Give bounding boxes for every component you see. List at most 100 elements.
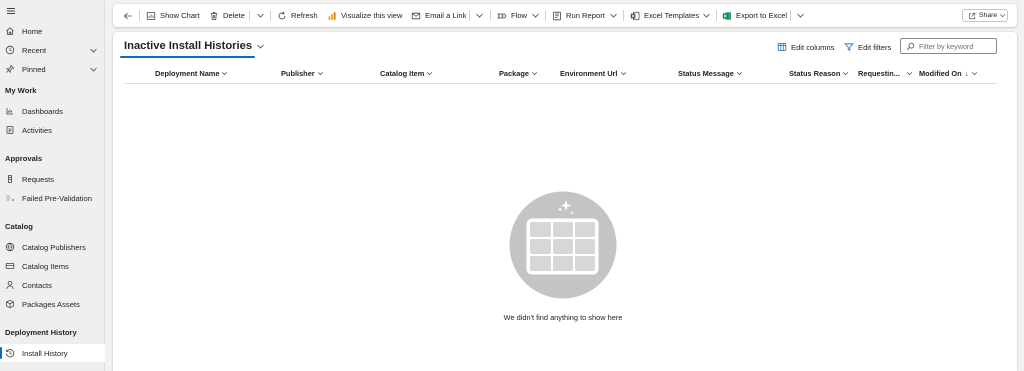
chevron-down-icon[interactable]	[609, 11, 618, 20]
pin-icon	[5, 64, 15, 74]
show-chart-button[interactable]: Show Chart	[146, 4, 200, 27]
view-panel: Inactive Install Histories Edit columns …	[113, 32, 1017, 371]
chevron-down-icon	[531, 72, 538, 76]
person-icon	[6, 280, 14, 290]
excel-templates-label: Excel Templates	[644, 11, 700, 20]
chevron-down-icon[interactable]	[702, 11, 711, 20]
export-excel-button[interactable]: Export to Excel	[722, 4, 787, 27]
delete-button[interactable]: Delete	[209, 4, 245, 27]
back-button[interactable]	[123, 4, 137, 27]
sidebar-item-install-history[interactable]: Install History	[0, 344, 105, 362]
divider	[716, 10, 717, 21]
run-report-label: Run Report	[566, 11, 605, 20]
divider	[249, 10, 250, 21]
trash-icon	[210, 11, 218, 20]
grid-header: Deployment Name Publisher Catalog Item P…	[125, 66, 997, 84]
sidebar-item-activities[interactable]: Activities	[0, 121, 105, 139]
column-header-label: Status Message	[678, 69, 734, 78]
column-header-label: Deployment Name	[155, 69, 220, 78]
sidebar-item-packages-assets[interactable]: Packages Assets	[0, 295, 105, 313]
sort-descending-indicator: ↓	[964, 69, 969, 78]
section-header-approvals: Approvals	[5, 154, 43, 163]
report-icon	[553, 11, 561, 20]
column-header-label: Environment Url	[560, 69, 618, 78]
chevron-down-icon	[620, 72, 626, 76]
view-selector[interactable]: Inactive Install Histories	[124, 40, 265, 52]
visualize-icon	[328, 11, 336, 20]
chevron-down-icon[interactable]	[796, 11, 805, 20]
delete-label: Delete	[223, 11, 245, 20]
divider	[545, 10, 546, 21]
column-header-catalog-item[interactable]: Catalog Item	[380, 69, 433, 78]
column-header-label: Status Reason	[789, 69, 841, 78]
sidebar-item-failed-prevalidation[interactable]: Failed Pre-Validation	[0, 189, 105, 207]
chevron-down-icon	[222, 72, 228, 76]
sidebar-item-recent[interactable]: Recent	[0, 41, 105, 59]
refresh-icon	[278, 11, 286, 19]
sidebar-item-contacts[interactable]: Contacts	[0, 276, 105, 294]
divider	[139, 10, 140, 21]
section-header-catalog: Catalog	[5, 222, 33, 231]
sidebar-item-dashboards[interactable]: Dashboards	[0, 102, 105, 120]
sidebar-item-label: Catalog Publishers	[22, 242, 86, 252]
flow-button[interactable]: Flow	[497, 4, 527, 27]
share-button[interactable]: Share	[962, 9, 1008, 22]
hamburger-menu-icon[interactable]	[6, 6, 16, 16]
run-report-button[interactable]: Run Report	[552, 4, 605, 27]
sidebar-item-home[interactable]: Home	[0, 22, 105, 40]
sidebar-item-label: Activities	[22, 125, 52, 135]
chevron-down-icon[interactable]	[89, 46, 98, 55]
excel-templates-button[interactable]: Excel Templates	[630, 4, 699, 27]
column-header-label: Publisher	[281, 69, 315, 78]
sidebar-item-catalog-publishers[interactable]: Catalog Publishers	[0, 238, 105, 256]
filter-search-box[interactable]	[900, 38, 997, 54]
chevron-down-icon[interactable]	[475, 11, 484, 20]
edit-columns-button[interactable]: Edit columns	[777, 42, 834, 52]
column-header-deployment-name[interactable]: Deployment Name	[155, 69, 228, 78]
clock-icon	[5, 45, 15, 55]
sidebar-item-label: Requests	[22, 174, 55, 184]
export-excel-label: Export to Excel	[736, 11, 788, 20]
column-header-status-reason[interactable]: Status Reason	[789, 69, 849, 78]
email-link-icon	[411, 12, 421, 19]
chevron-down-icon[interactable]	[89, 65, 98, 74]
sidebar-item-pinned[interactable]: Pinned	[0, 60, 105, 78]
divider	[623, 10, 624, 21]
globe-icon	[5, 242, 15, 252]
sidebar-item-catalog-items[interactable]: Catalog Items	[0, 257, 105, 275]
divider	[469, 10, 470, 21]
refresh-button[interactable]: Refresh	[277, 4, 318, 27]
refresh-label: Refresh	[291, 11, 318, 20]
page-title: Inactive Install Histories	[124, 40, 253, 52]
divider	[790, 10, 791, 21]
home-icon	[6, 27, 14, 35]
chevron-down-icon[interactable]	[256, 11, 265, 20]
flow-label: Flow	[511, 11, 528, 20]
column-header-modified-on[interactable]: Modified On ↓	[919, 69, 978, 78]
chevron-down-icon	[1000, 14, 1006, 18]
chevron-down-icon[interactable]	[531, 11, 540, 20]
sidebar-item-label: Home	[22, 26, 43, 36]
share-label: Share	[979, 12, 998, 19]
sidebar-item-requests[interactable]: Requests	[0, 170, 105, 188]
column-header-package[interactable]: Package	[499, 69, 538, 78]
show-chart-label: Show Chart	[160, 11, 200, 20]
column-header-label: Package	[499, 69, 529, 78]
visualize-view-button[interactable]: Visualize this view	[327, 4, 402, 27]
sidebar-item-label: Dashboards	[22, 106, 63, 116]
chevron-down-icon	[317, 72, 323, 76]
edit-filters-button[interactable]: Edit filters	[844, 42, 891, 52]
chevron-down-icon	[906, 72, 912, 76]
column-header-publisher[interactable]: Publisher	[281, 69, 324, 78]
empty-state-message: We didn't find anything to show here	[503, 313, 623, 322]
column-header-requesting[interactable]: Requestin...	[858, 69, 913, 78]
email-link-button[interactable]: Email a Link	[411, 4, 466, 27]
sidebar-item-label: Install History	[22, 348, 68, 358]
sidebar-item-label: Recent	[22, 45, 47, 55]
search-input[interactable]	[919, 41, 995, 51]
sidebar-item-label: Pinned	[22, 64, 46, 74]
column-header-label: Requestin...	[858, 69, 900, 78]
dashboard-icon	[6, 108, 13, 115]
column-header-environment-url[interactable]: Environment Url	[560, 69, 627, 78]
column-header-status-message[interactable]: Status Message	[678, 69, 743, 78]
